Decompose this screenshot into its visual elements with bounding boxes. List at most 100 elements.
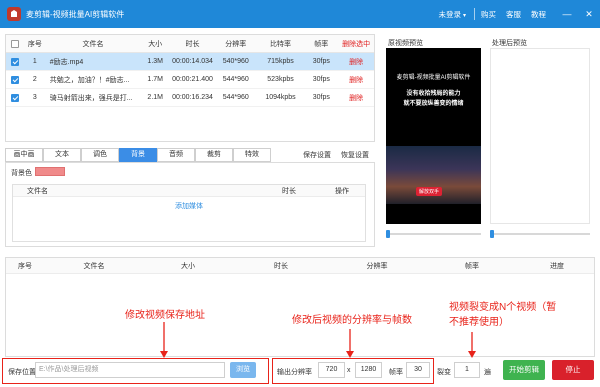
header-resolution: 分辨率 xyxy=(225,40,247,48)
task-header-no: 序号 xyxy=(18,262,32,270)
split-label: 裂变 xyxy=(437,369,451,376)
row-no: 1 xyxy=(32,58,37,65)
browse-button[interactable]: 浏览 xyxy=(230,362,256,378)
row-checkbox[interactable] xyxy=(6,57,24,66)
row-delete-button[interactable]: 删除 xyxy=(338,93,374,103)
row-delete-button[interactable]: 删除 xyxy=(338,75,374,85)
save-settings-button[interactable]: 保存设置 xyxy=(303,150,331,160)
file-table: 序号 文件名 大小 时长 分辨率 比特率 帧率 删除选中 1 #励志.mp4 1… xyxy=(5,34,375,142)
table-row[interactable]: 2 共勉之，加油？！#励志... 1.7M 00:00:21.400 544*9… xyxy=(6,71,374,89)
annotation-save-path: 修改视频保存地址 xyxy=(125,310,205,321)
row-name: #励志.mp4 xyxy=(49,58,84,66)
row-resolution: 540*960 xyxy=(222,58,249,65)
media-table-header: 文件名 时长 操作 xyxy=(13,185,365,197)
media-header-name: 文件名 xyxy=(27,187,48,195)
task-header-duration: 时长 xyxy=(274,262,288,270)
output-width-input[interactable]: 720 xyxy=(318,362,345,378)
add-media-button[interactable]: 添加媒体 xyxy=(13,201,365,211)
row-name: 骑马射箭出来，强兵是打... xyxy=(49,94,133,102)
header-size: 大小 xyxy=(148,40,163,48)
output-resolution-label: 输出分辨率 xyxy=(277,369,312,376)
minimize-icon[interactable]: — xyxy=(556,9,578,19)
original-seek-slider[interactable] xyxy=(386,230,481,238)
split-count-input[interactable]: 1 xyxy=(454,362,480,378)
chevron-down-icon: ▾ xyxy=(462,12,466,19)
row-duration: 00:00:16.234 xyxy=(172,94,213,101)
support-link[interactable]: 客服 xyxy=(506,9,521,20)
file-table-header: 序号 文件名 大小 时长 分辨率 比特率 帧率 删除选中 xyxy=(6,35,374,53)
video-caption-2: 就不要放纵善变的情绪 xyxy=(403,101,464,107)
slider-thumb[interactable] xyxy=(490,230,494,238)
fps-input[interactable]: 30 xyxy=(406,362,430,378)
stop-button[interactable]: 停止 xyxy=(552,360,594,380)
row-size: 1.7M xyxy=(147,76,163,83)
tutorial-link[interactable]: 教程 xyxy=(531,9,546,20)
row-size: 2.1M xyxy=(147,94,163,101)
header-name: 文件名 xyxy=(82,40,104,48)
row-delete-button[interactable]: 删除 xyxy=(338,57,374,67)
table-row[interactable]: 3 骑马射箭出来，强兵是打... 2.1M 00:00:16.234 544*9… xyxy=(6,89,374,107)
background-color-label: 背景色 xyxy=(11,170,32,177)
row-fps: 30fps xyxy=(312,76,330,83)
divider xyxy=(474,8,475,20)
slider-thumb[interactable] xyxy=(386,230,390,238)
resolution-x-label: x xyxy=(347,367,351,374)
row-checkbox[interactable] xyxy=(6,75,24,84)
tab-text[interactable]: 文本 xyxy=(43,148,81,162)
header-duration: 时长 xyxy=(185,40,200,48)
row-bitrate: 1094kpbs xyxy=(265,94,296,101)
save-location-label: 保存位置 xyxy=(8,369,36,376)
row-fps: 30fps xyxy=(312,58,330,65)
title-bar: 麦剪辑-视频批量AI剪辑软件 未登录 ▾ 购买 客服 教程 — ✕ xyxy=(0,0,600,28)
row-no: 2 xyxy=(32,76,37,83)
row-name: 共勉之，加油？！#励志... xyxy=(49,76,130,84)
tab-color[interactable]: 调色 xyxy=(81,148,119,162)
original-video-preview[interactable]: 麦剪辑-视频批量AI剪辑软件 没有收拾残局的能力 就不要放纵善变的情绪 解放双手 xyxy=(386,48,481,224)
row-resolution: 544*960 xyxy=(222,76,249,83)
task-table-header: 序号 文件名 大小 时长 分辨率 帧率 进度 xyxy=(6,258,594,274)
media-header-operation: 操作 xyxy=(335,187,349,195)
row-checkbox[interactable] xyxy=(6,93,24,102)
processed-seek-slider[interactable] xyxy=(490,230,590,238)
save-path-input[interactable]: E:\作品\处理后视频 xyxy=(35,362,225,378)
restore-settings-button[interactable]: 恢复设置 xyxy=(341,150,369,160)
row-resolution: 544*960 xyxy=(222,94,249,101)
task-header-fps: 帧率 xyxy=(465,262,479,270)
app-title: 麦剪辑-视频批量AI剪辑软件 xyxy=(26,9,125,19)
output-height-input[interactable]: 1280 xyxy=(355,362,382,378)
tab-background[interactable]: 背景 xyxy=(119,148,157,162)
start-edit-button[interactable]: 开始剪辑 xyxy=(503,360,545,380)
annotation-split-2: 不推荐使用） xyxy=(449,317,509,328)
login-status-button[interactable]: 未登录 ▾ xyxy=(438,9,466,20)
media-table: 文件名 时长 操作 添加媒体 xyxy=(12,184,366,242)
original-preview-label: 原视频预览 xyxy=(388,40,423,47)
header-no: 序号 xyxy=(27,40,42,48)
table-row[interactable]: 1 #励志.mp4 1.3M 00:00:14.034 540*960 715k… xyxy=(6,53,374,71)
video-title: 麦剪辑-视频批量AI剪辑软件 xyxy=(396,75,471,81)
video-frame-image: 解放双手 xyxy=(386,146,481,204)
task-header-size: 大小 xyxy=(181,262,195,270)
row-size: 1.3M xyxy=(147,58,163,65)
delete-selected-button[interactable]: 删除选中 xyxy=(338,39,374,49)
tab-pip[interactable]: 画中画 xyxy=(5,148,43,162)
background-panel: 背景色 文件名 时长 操作 添加媒体 xyxy=(5,162,375,247)
processed-video-preview[interactable] xyxy=(490,48,590,224)
tab-crop[interactable]: 裁剪 xyxy=(195,148,233,162)
media-header-duration: 时长 xyxy=(282,187,296,195)
task-header-progress: 进度 xyxy=(550,262,564,270)
background-color-swatch[interactable] xyxy=(35,167,65,176)
header-bitrate: 比特率 xyxy=(269,40,291,48)
task-header-name: 文件名 xyxy=(83,262,105,270)
select-all-checkbox[interactable] xyxy=(6,39,24,48)
row-bitrate: 523kpbs xyxy=(267,76,294,83)
row-duration: 00:00:21.400 xyxy=(172,76,213,83)
tab-effects[interactable]: 特效 xyxy=(233,148,271,162)
close-icon[interactable]: ✕ xyxy=(578,9,600,20)
buy-link[interactable]: 购买 xyxy=(481,9,496,20)
row-fps: 30fps xyxy=(312,94,330,101)
tab-audio[interactable]: 音频 xyxy=(157,148,195,162)
video-caption-1: 没有收拾残局的能力 xyxy=(406,91,461,97)
login-status-label: 未登录 xyxy=(438,9,461,19)
header-fps: 帧率 xyxy=(314,40,329,48)
app-logo-icon xyxy=(7,7,21,21)
